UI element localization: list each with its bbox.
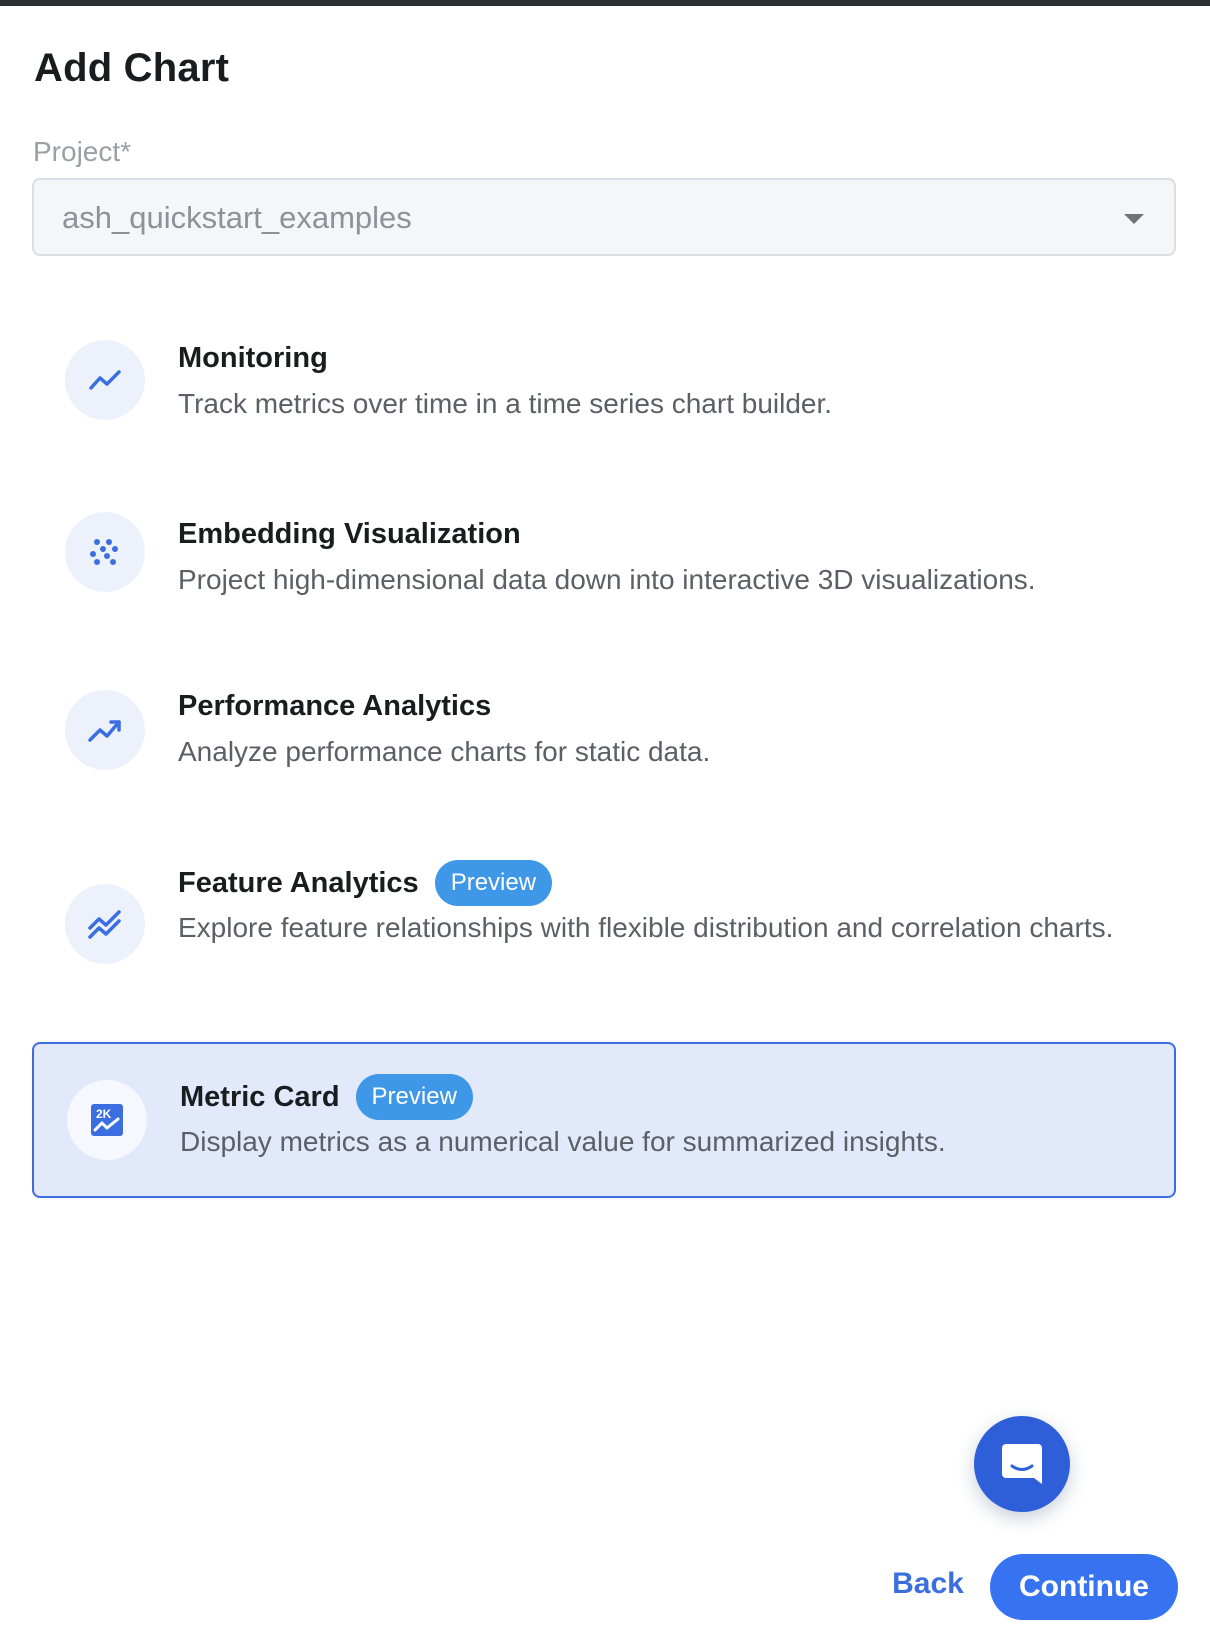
preview-badge: Preview (434, 860, 553, 906)
option-feature-analytics[interactable]: Feature Analytics Preview Explore featur… (32, 856, 1176, 1006)
scatter-dots-icon (65, 512, 145, 592)
option-title-text: Metric Card (180, 1080, 340, 1113)
option-title: Feature Analytics Preview (178, 860, 553, 906)
option-metric-card[interactable]: 2K Metric Card Preview Display metrics a… (32, 1042, 1176, 1198)
chat-bubble-icon (1002, 1444, 1042, 1484)
double-line-chart-icon (65, 884, 145, 964)
continue-button[interactable]: Continue (990, 1554, 1178, 1620)
preview-badge: Preview (355, 1074, 473, 1120)
option-description: Analyze performance charts for static da… (178, 736, 711, 767)
option-monitoring[interactable]: Monitoring Track metrics over time in a … (32, 330, 1176, 480)
option-description: Explore feature relationships with flexi… (178, 912, 1114, 943)
trending-up-icon (65, 690, 145, 770)
option-performance-analytics[interactable]: Performance Analytics Analyze performanc… (32, 674, 1176, 824)
project-select-value: ash_quickstart_examples (62, 200, 412, 235)
metric-card-icon: 2K (67, 1080, 147, 1160)
project-field-label: Project* (33, 136, 132, 167)
chat-support-button[interactable] (974, 1416, 1070, 1512)
dialog-title: Add Chart (34, 46, 230, 90)
option-description: Display metrics as a numerical value for… (180, 1126, 946, 1157)
option-title: Monitoring (178, 342, 328, 374)
option-description: Track metrics over time in a time series… (178, 388, 833, 419)
project-select[interactable]: ash_quickstart_examples (32, 178, 1176, 256)
option-title: Embedding Visualization (178, 518, 521, 550)
svg-text:2K: 2K (96, 1107, 112, 1121)
chevron-down-icon (1124, 214, 1144, 224)
option-description: Project high-dimensional data down into … (178, 564, 1036, 595)
option-title: Metric Card Preview (180, 1074, 473, 1120)
line-chart-icon (65, 340, 145, 420)
back-button[interactable]: Back (880, 1554, 976, 1614)
window-top-border (0, 0, 1210, 6)
option-title-text: Feature Analytics (178, 866, 419, 899)
option-title: Performance Analytics (178, 690, 492, 722)
option-embedding-visualization[interactable]: Embedding Visualization Project high-dim… (32, 502, 1176, 652)
